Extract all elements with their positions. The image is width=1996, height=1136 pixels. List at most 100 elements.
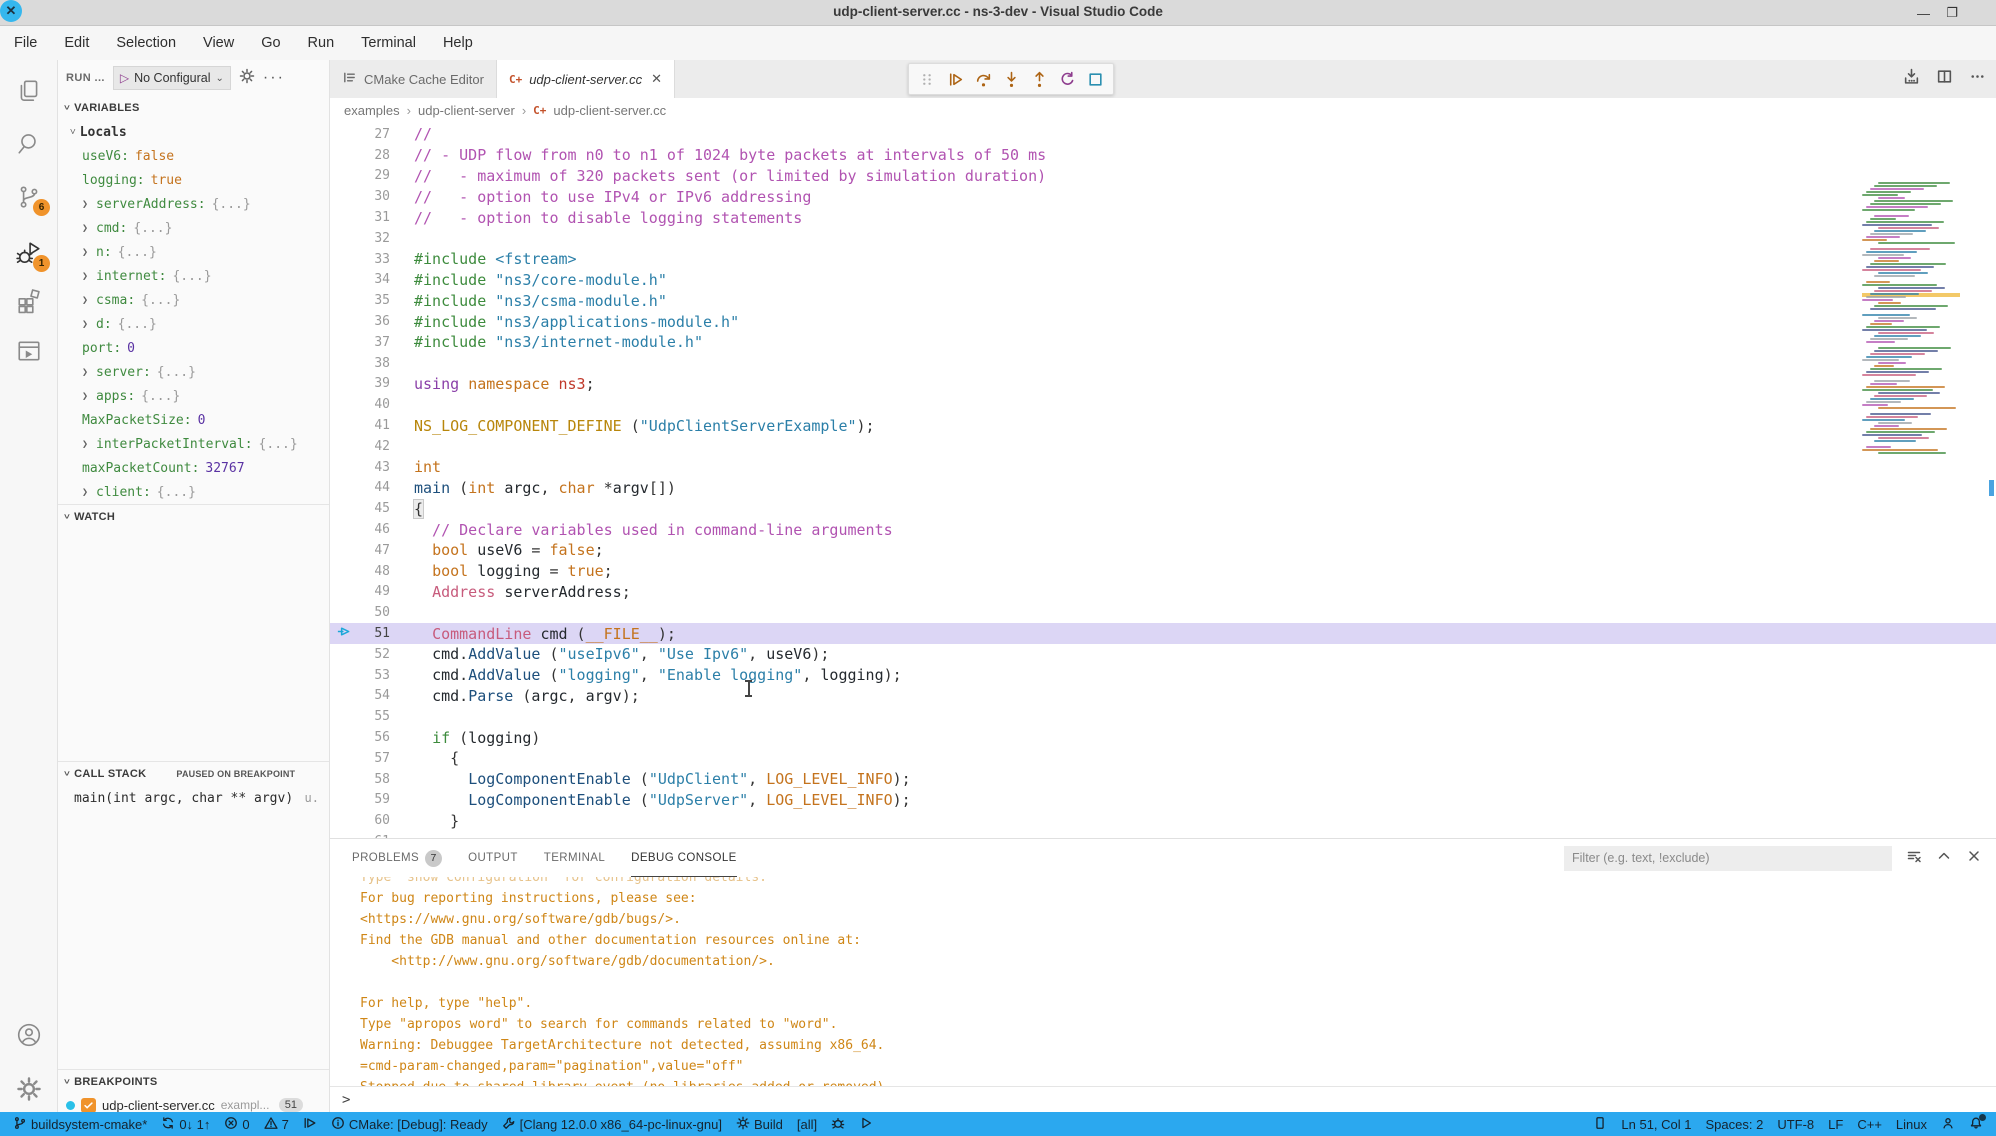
tab-udp-client-server-cc[interactable]: C+udp-client-server.cc✕ bbox=[497, 60, 675, 98]
step-into-button[interactable] bbox=[999, 67, 1023, 91]
statusbar-cmake-debug-ready[interactable]: CMake: [Debug]: Ready bbox=[324, 1112, 495, 1136]
statusbar-build[interactable]: Build bbox=[729, 1112, 790, 1136]
variable-row-MaxPacketSize[interactable]: MaxPacketSize:0 bbox=[58, 408, 329, 432]
code-line-36[interactable]: 36#include "ns3/applications-module.h" bbox=[330, 311, 1996, 332]
maximize-panel-icon[interactable] bbox=[1936, 848, 1952, 869]
menu-item-go[interactable]: Go bbox=[261, 35, 280, 51]
statusbar-bug[interactable] bbox=[824, 1112, 852, 1136]
variable-row-apps[interactable]: ❯apps:{...} bbox=[58, 384, 329, 408]
account-icon[interactable] bbox=[0, 1018, 58, 1052]
code-line-59[interactable]: 59 LogComponentEnable ("UdpServer", LOG_… bbox=[330, 790, 1996, 811]
statusbar-c-[interactable]: C++ bbox=[1850, 1112, 1889, 1136]
code-line-52[interactable]: 52 cmd.AddValue ("useIpv6", "Use Ipv6", … bbox=[330, 644, 1996, 665]
debug-console-output[interactable]: Type "show configuration" for configurat… bbox=[330, 877, 1996, 1086]
variable-row-interPacketInterval[interactable]: ❯interPacketInterval:{...} bbox=[58, 432, 329, 456]
code-line-51[interactable]: 51 CommandLine cmd (__FILE__); bbox=[330, 623, 1996, 644]
search-icon[interactable] bbox=[0, 126, 58, 160]
manage-gear-icon[interactable] bbox=[0, 1072, 58, 1106]
panel-tab-debug-console[interactable]: DEBUG CONSOLE bbox=[631, 839, 737, 877]
close-panel-icon[interactable] bbox=[1966, 848, 1982, 869]
variable-row-logging[interactable]: logging:true bbox=[58, 168, 329, 192]
callstack-section-header[interactable]: ˅ CALL STACK PAUSED ON BREAKPOINT bbox=[58, 762, 329, 786]
code-line-56[interactable]: 56 if (logging) bbox=[330, 727, 1996, 748]
restart-button[interactable] bbox=[1055, 67, 1079, 91]
step-over-button[interactable] bbox=[971, 67, 995, 91]
continue-button[interactable] bbox=[943, 67, 967, 91]
code-line-34[interactable]: 34#include "ns3/core-module.h" bbox=[330, 270, 1996, 291]
breakpoint-checkbox[interactable] bbox=[81, 1098, 96, 1113]
toolbar-grip-handle[interactable] bbox=[915, 67, 939, 91]
code-line-38[interactable]: 38 bbox=[330, 353, 1996, 374]
menu-item-view[interactable]: View bbox=[203, 35, 234, 51]
code-line-32[interactable]: 32 bbox=[330, 228, 1996, 249]
step-out-button[interactable] bbox=[1027, 67, 1051, 91]
statusbar-ln-51-col-1[interactable]: Ln 51, Col 1 bbox=[1614, 1112, 1698, 1136]
tab-cmake-cache-editor[interactable]: CMake Cache Editor bbox=[330, 60, 497, 98]
menu-item-file[interactable]: File bbox=[14, 35, 37, 51]
code-line-31[interactable]: 31// - option to disable logging stateme… bbox=[330, 207, 1996, 228]
launch-config-dropdown[interactable]: ▷ No Configural ⌄ bbox=[113, 66, 231, 90]
more-actions-icon[interactable]: ··· bbox=[263, 69, 285, 87]
code-line-33[interactable]: 33#include <fstream> bbox=[330, 249, 1996, 270]
locals-scope[interactable]: ˅ Locals bbox=[58, 120, 329, 144]
source-control-icon[interactable]: 6 bbox=[0, 180, 58, 214]
code-line-45[interactable]: 45{ bbox=[330, 498, 1996, 519]
debug-console-input[interactable]: > bbox=[330, 1086, 1996, 1112]
code-line-53[interactable]: 53 cmd.AddValue ("logging", "Enable logg… bbox=[330, 665, 1996, 686]
statusbar-feedback[interactable] bbox=[1934, 1112, 1962, 1136]
code-line-42[interactable]: 42 bbox=[330, 436, 1996, 457]
menu-item-terminal[interactable]: Terminal bbox=[361, 35, 416, 51]
variables-section-header[interactable]: ˅ VARIABLES bbox=[58, 96, 329, 120]
statusbar-0-1-[interactable]: 0↓ 1↑ bbox=[154, 1112, 217, 1136]
run-below-icon[interactable] bbox=[1903, 68, 1920, 90]
variable-row-server[interactable]: ❯server:{...} bbox=[58, 360, 329, 384]
code-line-28[interactable]: 28// - UDP flow from n0 to n1 of 1024 by… bbox=[330, 145, 1996, 166]
breakpoint-row[interactable]: udp-client-server.cc exampl... 51 bbox=[58, 1094, 329, 1112]
variable-row-cmd[interactable]: ❯cmd:{...} bbox=[58, 216, 329, 240]
code-line-37[interactable]: 37#include "ns3/internet-module.h" bbox=[330, 332, 1996, 353]
panel-tab-problems[interactable]: PROBLEMS7 bbox=[352, 839, 442, 877]
code-line-60[interactable]: 60 } bbox=[330, 810, 1996, 831]
statusbar-bell[interactable] bbox=[1962, 1112, 1990, 1136]
code-line-39[interactable]: 39using namespace ns3; bbox=[330, 374, 1996, 395]
code-line-49[interactable]: 49 Address serverAddress; bbox=[330, 582, 1996, 603]
code-line-58[interactable]: 58 LogComponentEnable ("UdpClient", LOG_… bbox=[330, 769, 1996, 790]
code-line-41[interactable]: 41NS_LOG_COMPONENT_DEFINE ("UdpClientSer… bbox=[330, 415, 1996, 436]
menu-item-help[interactable]: Help bbox=[443, 35, 473, 51]
statusbar-device[interactable] bbox=[1586, 1112, 1614, 1136]
statusbar-buildsystem-cmake-[interactable]: buildsystem-cmake* bbox=[6, 1112, 154, 1136]
code-line-61[interactable]: 61 bbox=[330, 831, 1996, 838]
run-view-icon[interactable] bbox=[0, 334, 58, 368]
code-line-48[interactable]: 48 bool logging = true; bbox=[330, 561, 1996, 582]
statusbar-linux[interactable]: Linux bbox=[1889, 1112, 1934, 1136]
statusbar-play[interactable] bbox=[852, 1112, 880, 1136]
stack-frame-main[interactable]: main(int argc, char ** argv) u. bbox=[58, 786, 329, 810]
statusbar-utf-8[interactable]: UTF-8 bbox=[1770, 1112, 1821, 1136]
statusbar--clang-12-0-0-x86-64-pc-linux-gnu-[interactable]: [Clang 12.0.0 x86_64-pc-linux-gnu] bbox=[495, 1112, 729, 1136]
more-actions-icon[interactable] bbox=[1969, 68, 1986, 90]
close-tab-icon[interactable]: ✕ bbox=[651, 71, 662, 87]
explorer-icon[interactable] bbox=[0, 74, 58, 108]
code-line-44[interactable]: 44main (int argc, char *argv[]) bbox=[330, 478, 1996, 499]
code-line-47[interactable]: 47 bool useV6 = false; bbox=[330, 540, 1996, 561]
clear-console-icon[interactable] bbox=[1906, 848, 1922, 869]
statusbar-0[interactable]: 0 bbox=[217, 1112, 256, 1136]
code-line-27[interactable]: 27// bbox=[330, 124, 1996, 145]
code-line-40[interactable]: 40 bbox=[330, 394, 1996, 415]
minimize-button[interactable]: — bbox=[1917, 0, 1930, 26]
panel-tab-terminal[interactable]: TERMINAL bbox=[544, 839, 605, 877]
watch-section-header[interactable]: ˅ WATCH bbox=[58, 505, 329, 529]
statusbar-lf[interactable]: LF bbox=[1821, 1112, 1850, 1136]
menu-item-selection[interactable]: Selection bbox=[116, 35, 176, 51]
variable-row-serverAddress[interactable]: ❯serverAddress:{...} bbox=[58, 192, 329, 216]
run-and-debug-icon[interactable]: 1 bbox=[0, 236, 58, 270]
code-line-30[interactable]: 30// - option to use IPv4 or IPv6 addres… bbox=[330, 186, 1996, 207]
breadcrumb-item[interactable]: udp-client-server bbox=[418, 103, 515, 118]
code-line-29[interactable]: 29// - maximum of 320 packets sent (or l… bbox=[330, 166, 1996, 187]
code-line-35[interactable]: 35#include "ns3/csma-module.h" bbox=[330, 290, 1996, 311]
extensions-icon[interactable] bbox=[0, 284, 58, 318]
statusbar-spaces-2[interactable]: Spaces: 2 bbox=[1699, 1112, 1771, 1136]
variable-row-port[interactable]: port:0 bbox=[58, 336, 329, 360]
code-line-46[interactable]: 46 // Declare variables used in command-… bbox=[330, 519, 1996, 540]
menu-item-edit[interactable]: Edit bbox=[64, 35, 89, 51]
